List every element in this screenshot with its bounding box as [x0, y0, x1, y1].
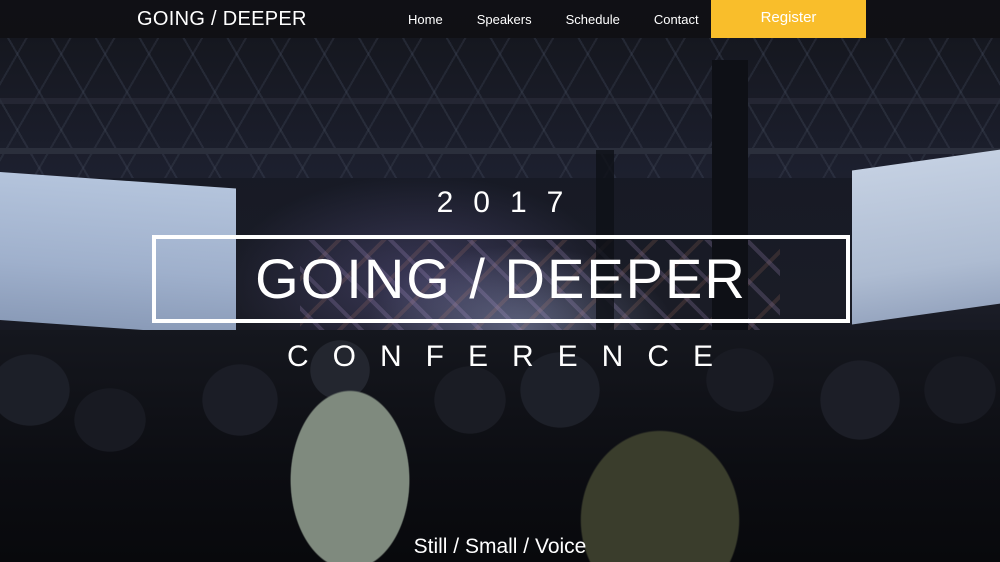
hero-tagline: Still / Small / Voice — [413, 535, 587, 558]
nav-item-home[interactable]: Home — [408, 12, 443, 28]
ceiling-truss-image — [0, 38, 1000, 178]
brand-logo[interactable]: GOING / DEEPER — [137, 8, 307, 30]
nav-item-speakers[interactable]: Speakers — [477, 12, 532, 28]
hero-section: GOING / DEEPER Home Speakers Schedule Co… — [0, 0, 1000, 562]
hero-title: GOING / DEEPER — [255, 247, 747, 310]
stage-screen-right-image — [852, 148, 1000, 325]
ceiling-beam — [0, 148, 1000, 154]
nav-item-contact[interactable]: Contact — [654, 12, 699, 28]
top-navbar: GOING / DEEPER Home Speakers Schedule Co… — [0, 0, 1000, 38]
hero-subtitle: CONFERENCE — [286, 340, 737, 373]
ceiling-beam — [0, 98, 1000, 104]
main-nav: Home Speakers Schedule Contact — [408, 12, 733, 28]
nav-item-schedule[interactable]: Schedule — [566, 12, 620, 28]
hero-title-box: GOING / DEEPER — [152, 235, 850, 323]
hero-year: 2017 — [436, 186, 584, 219]
register-button[interactable]: Register — [711, 0, 866, 38]
